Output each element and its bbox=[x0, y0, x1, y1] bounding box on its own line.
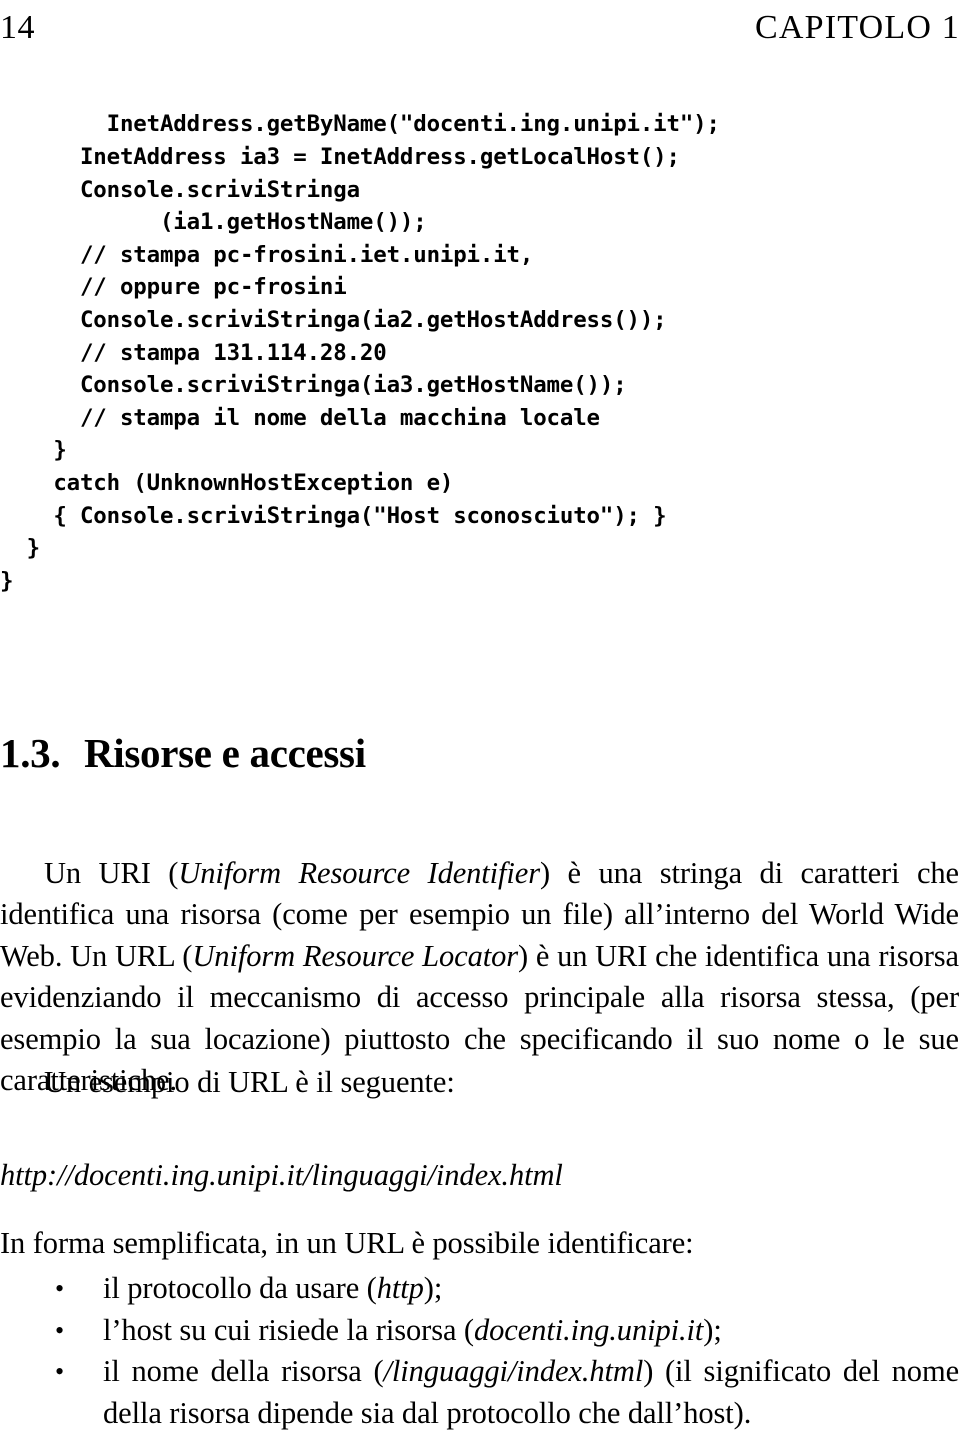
code-line: catch (UnknownHostException e) bbox=[0, 469, 454, 496]
code-line: } bbox=[0, 567, 14, 594]
paragraph-simplified-form: In forma semplificata, in un URL è possi… bbox=[0, 1225, 694, 1260]
bullet-icon: • bbox=[55, 1315, 65, 1345]
list-item-text: il nome della risorsa ( bbox=[103, 1354, 384, 1389]
list-item-text: il protocollo da usare ( bbox=[103, 1271, 377, 1305]
chapter-title: CAPITOLO 1 bbox=[755, 9, 960, 46]
list-item-text: ); bbox=[423, 1271, 443, 1305]
list-item: • il protocollo da usare (http); bbox=[0, 1268, 959, 1310]
code-line: // stampa 131.114.28.20 bbox=[0, 339, 387, 366]
page-running-header: 14 CAPITOLO 1 bbox=[0, 8, 960, 52]
code-line: // stampa pc-frosini.iet.unipi.it, bbox=[0, 241, 534, 268]
code-line: Console.scriviStringa bbox=[0, 176, 360, 203]
section-title: Risorse e accessi bbox=[84, 730, 366, 777]
code-line: // stampa il nome della macchina locale bbox=[0, 404, 600, 431]
list-item: • l’host su cui risiede la risorsa (docen… bbox=[0, 1310, 959, 1352]
document-page: 14 CAPITOLO 1 InetAddress.getByName("doc… bbox=[0, 0, 960, 1430]
code-line: InetAddress ia3 = InetAddress.getLocalHo… bbox=[0, 143, 680, 170]
list-item: • il nome della risorsa (/linguaggi/index… bbox=[0, 1351, 959, 1434]
code-line: InetAddress.getByName("docenti.ing.unipi… bbox=[0, 111, 720, 138]
paragraph-example-intro: Un esempio di URL è il seguente: bbox=[44, 1064, 455, 1099]
url-components-list: • il protocollo da usare (http); • l’host … bbox=[0, 1268, 959, 1434]
url-example: http://docenti.ing.unipi.it/linguaggi/in… bbox=[0, 1157, 563, 1192]
code-line: } bbox=[0, 437, 67, 464]
code-line: { Console.scriviStringa("Host sconosciut… bbox=[0, 502, 667, 529]
section-number: 1.3. bbox=[0, 730, 61, 777]
list-item-term: docenti.ing.unipi.it bbox=[474, 1312, 704, 1347]
bullet-icon: • bbox=[55, 1274, 65, 1303]
page-number: 14 bbox=[0, 9, 35, 46]
code-line: Console.scriviStringa(ia2.getHostAddress… bbox=[0, 306, 667, 333]
code-line: // oppure pc-frosini bbox=[0, 274, 347, 301]
bullet-icon: • bbox=[55, 1357, 65, 1387]
list-item-term: /linguaggi/index.html bbox=[383, 1354, 644, 1389]
list-item-text: ); bbox=[703, 1312, 722, 1347]
code-listing: InetAddress.getByName("docenti.ing.unipi… bbox=[0, 108, 960, 597]
list-item-text: l’host su cui risiede la risorsa ( bbox=[103, 1312, 474, 1347]
code-line: } bbox=[0, 535, 40, 562]
code-line: (ia1.getHostName()); bbox=[0, 209, 427, 236]
term-uniform-resource-identifier: Uniform Resource Identifier bbox=[178, 855, 541, 890]
paragraph-text-segment: Un URI ( bbox=[44, 855, 179, 890]
section-heading: 1.3. Risorse e accessi bbox=[0, 728, 366, 778]
code-line: Console.scriviStringa(ia3.getHostName())… bbox=[0, 372, 627, 399]
list-item-term: http bbox=[376, 1271, 424, 1305]
term-uniform-resource-locator: Uniform Resource Locator bbox=[192, 938, 519, 973]
